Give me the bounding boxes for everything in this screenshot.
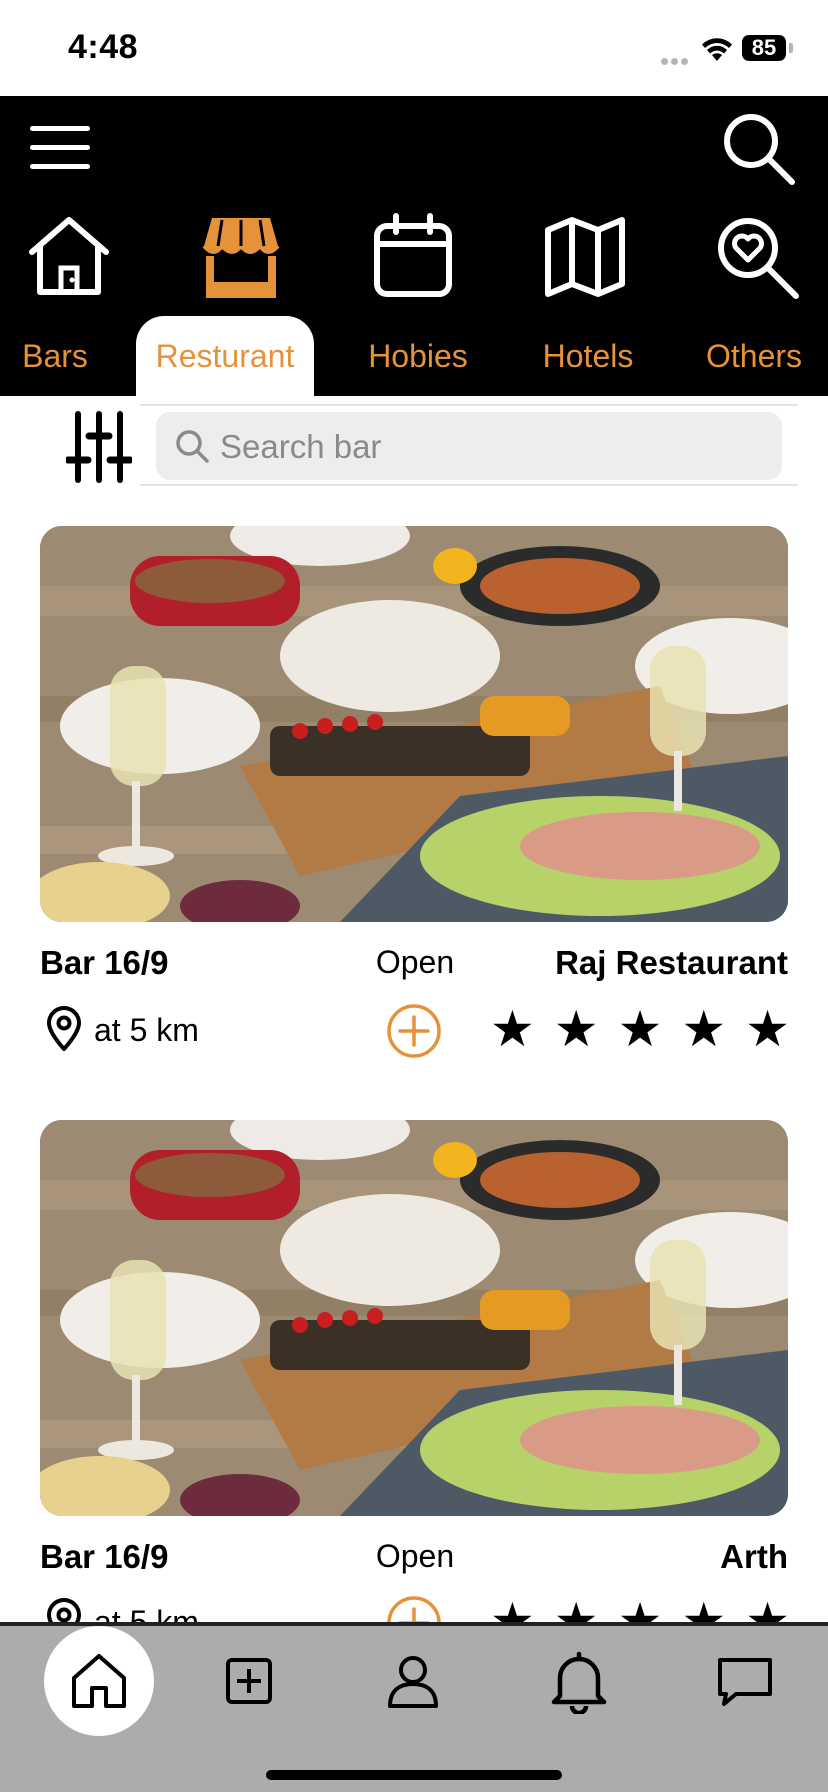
home-icon: [72, 1654, 126, 1708]
listing-title: Bar 16/9: [40, 944, 169, 981]
listing-name[interactable]: Arth: [720, 1538, 788, 1576]
battery-level: 85: [742, 35, 786, 61]
tab-resturant[interactable]: Resturant: [136, 316, 314, 396]
star-icon: ★: [681, 1001, 727, 1057]
search-divider-bottom: [140, 484, 798, 486]
listing-image[interactable]: [40, 526, 788, 922]
star-icon: ★: [553, 1001, 599, 1057]
search-field[interactable]: [156, 412, 782, 480]
search-icon[interactable]: [718, 108, 798, 188]
store-icon[interactable]: [196, 212, 286, 302]
wifi-icon: [702, 38, 732, 61]
listing-title: Bar 16/9: [40, 1538, 169, 1575]
tab-hotels[interactable]: Hotels: [518, 316, 658, 396]
sliders-icon[interactable]: [66, 410, 132, 484]
chat-icon[interactable]: [712, 1648, 778, 1714]
profile-icon[interactable]: [380, 1648, 446, 1714]
hamburger-menu-icon[interactable]: [30, 126, 90, 170]
tab-hobies[interactable]: Hobies: [348, 316, 488, 396]
signal-dots-icon: [661, 52, 691, 70]
listing-name[interactable]: Raj Restaurant: [555, 944, 788, 982]
add-circle-icon[interactable]: [385, 1002, 443, 1060]
calendar-icon[interactable]: [368, 212, 458, 302]
tab-others[interactable]: Others: [694, 316, 814, 396]
bottom-tab-bar: [0, 1622, 828, 1792]
listing-distance: at 5 km: [94, 1012, 199, 1048]
location-pin-icon: [47, 1006, 81, 1051]
home-icon[interactable]: [24, 212, 114, 302]
star-icon: ★: [617, 1001, 663, 1057]
nav-home-button[interactable]: [44, 1626, 154, 1736]
top-header: Bars Resturant Hobies Hotels Others: [0, 96, 828, 396]
search-divider-top: [140, 404, 798, 406]
map-icon[interactable]: [540, 212, 630, 302]
status-bar: 4:48 85: [0, 0, 828, 96]
food-photo: [40, 1120, 788, 1516]
rating-stars: ★ ★ ★ ★ ★: [490, 1004, 790, 1054]
search-input[interactable]: [218, 422, 762, 472]
status-time: 4:48: [68, 28, 139, 66]
food-photo: [40, 526, 788, 922]
star-icon: ★: [745, 1001, 790, 1057]
search-icon: [176, 430, 209, 463]
listing-status: Open: [375, 1538, 455, 1574]
tab-bars[interactable]: Bars: [10, 316, 100, 396]
star-icon: ★: [490, 1001, 535, 1057]
home-indicator: [266, 1770, 562, 1780]
bell-icon[interactable]: [546, 1648, 612, 1714]
listing-status: Open: [375, 944, 455, 980]
listing-image[interactable]: [40, 1120, 788, 1516]
heart-search-icon[interactable]: [712, 212, 802, 302]
battery-tip: [789, 43, 793, 53]
add-square-icon[interactable]: [216, 1648, 282, 1714]
